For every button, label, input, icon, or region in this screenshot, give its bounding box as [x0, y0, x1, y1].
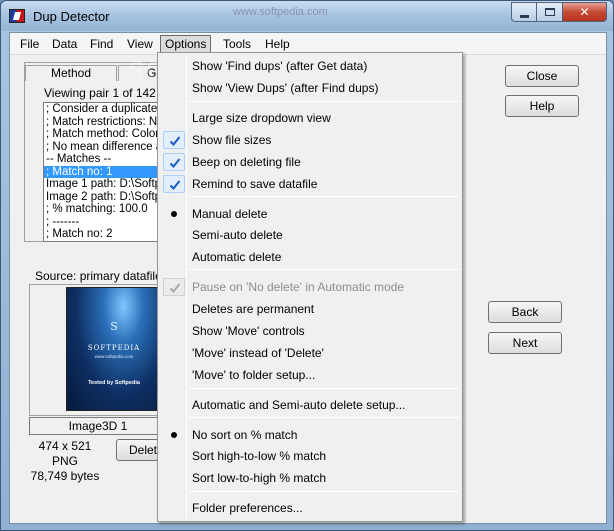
menu-item-label: Sort low-to-high % match [192, 471, 327, 485]
viewing-pair-label: Viewing pair 1 of 142 [44, 86, 156, 100]
menu-item-label: Pause on 'No delete' in Automatic mode [192, 280, 405, 294]
watermark-url: www.softpedia.com [233, 6, 328, 18]
options-menu: Show 'Find dups' (after Get data) Show 'V… [157, 52, 463, 522]
menu-item-large-size-dropdown[interactable]: Large size dropdown view [160, 108, 460, 128]
menu-item-label: Manual delete [192, 207, 268, 221]
menu-item-show-move-controls[interactable]: Show 'Move' controls [160, 321, 460, 341]
menu-separator [189, 101, 459, 102]
menu-item-label: 'Move' to folder setup... [192, 368, 316, 382]
list-item[interactable]: ; ------- [44, 216, 166, 229]
menu-item-auto-semiauto-setup[interactable]: Automatic and Semi-auto delete setup... [160, 395, 460, 415]
menu-item-automatic-delete[interactable]: Automatic delete [160, 247, 460, 267]
close-icon: ✕ [579, 5, 590, 19]
menu-separator [189, 491, 459, 492]
checkmark-icon [163, 175, 185, 193]
menu-help[interactable]: Help [261, 35, 294, 53]
menu-options[interactable]: Options [160, 35, 212, 53]
minimize-button[interactable] [511, 2, 537, 22]
menu-item-show-file-sizes[interactable]: Show file sizes [160, 130, 460, 150]
menu-item-show-find-dups[interactable]: Show 'Find dups' (after Get data) [160, 56, 460, 76]
menu-item-manual-delete[interactable]: Manual delete [160, 204, 460, 224]
image-name-field: Image3D 1 [29, 417, 167, 435]
match-details-list[interactable]: ; Consider a duplicate if ; Match restri… [43, 102, 167, 242]
menu-item-label: Large size dropdown view [192, 111, 331, 125]
preview-letter: S [110, 320, 118, 333]
list-item[interactable]: -- Matches -- [44, 153, 166, 166]
image-preview[interactable]: S SOFTPEDIA www.softpedia.com Tested by … [66, 287, 162, 411]
back-button[interactable]: Back [488, 301, 562, 323]
checkmark-icon [163, 131, 185, 149]
menu-item-sort-high-low[interactable]: Sort high-to-low % match [160, 446, 460, 466]
menu-item-label: Sort high-to-low % match [192, 449, 327, 463]
list-item-selected[interactable]: ; Match no: 1 [44, 165, 166, 178]
menu-item-label: Show file sizes [192, 133, 272, 147]
title-bar[interactable]: Dup Detector www.softpedia.com ✕ [1, 1, 613, 31]
menu-item-label: Automatic and Semi-auto delete setup... [192, 398, 406, 412]
image-dimensions: 474 x 521 PNG [38, 439, 92, 468]
menu-item-pause-no-delete: Pause on 'No delete' in Automatic mode [160, 277, 460, 297]
preview-url: www.softpedia.com [94, 354, 134, 359]
menu-item-folder-preferences[interactable]: Folder preferences... [160, 498, 460, 518]
menu-item-label: Remind to save datafile [192, 177, 318, 191]
list-item[interactable]: ; % matching: 100.0 [44, 203, 166, 216]
list-item[interactable]: ; No mean difference ac [44, 141, 166, 154]
minimize-icon [519, 14, 529, 18]
menu-file[interactable]: File [16, 35, 43, 53]
close-window-button[interactable]: ✕ [563, 2, 607, 22]
image-info: 474 x 521 PNG 78,749 bytes [30, 439, 100, 484]
menu-data[interactable]: Data [48, 35, 81, 53]
menu-separator [189, 196, 459, 197]
menu-tools[interactable]: Tools [219, 35, 255, 53]
menu-item-move-folder-setup[interactable]: 'Move' to folder setup... [160, 365, 460, 385]
preview-brand: SOFTPEDIA [87, 344, 141, 352]
menu-item-label: No sort on % match [192, 428, 298, 442]
menu-item-no-sort[interactable]: No sort on % match [160, 425, 460, 445]
menu-item-beep-on-delete[interactable]: Beep on deleting file [160, 152, 460, 172]
menu-item-label: 'Move' instead of 'Delete' [192, 346, 324, 360]
app-icon[interactable] [9, 9, 25, 23]
menu-item-label: Deletes are permanent [192, 302, 315, 316]
menu-item-label: Show 'Find dups' (after Get data) [192, 59, 368, 73]
menu-item-sort-low-high[interactable]: Sort low-to-high % match [160, 468, 460, 488]
menu-item-label: Show 'View Dups' (after Find dups) [192, 81, 379, 95]
maximize-icon [544, 8, 555, 16]
list-item[interactable]: Image 1 path: D:\Softpe [44, 178, 166, 191]
checkmark-icon [163, 153, 185, 171]
list-item[interactable]: ; Match no: 2 [44, 228, 166, 241]
menu-item-deletes-permanent[interactable]: Deletes are permanent [160, 299, 460, 319]
menu-separator [189, 269, 459, 270]
source-label: Source: primary datafile [35, 269, 162, 283]
list-item[interactable]: ; Match restrictions: Non [44, 116, 166, 129]
menu-item-label: Beep on deleting file [192, 155, 301, 169]
menu-separator [189, 417, 459, 418]
maximize-button[interactable] [537, 2, 563, 22]
menu-item-remind-save-datafile[interactable]: Remind to save datafile [160, 174, 460, 194]
menu-item-label: Automatic delete [192, 250, 282, 264]
window-controls: ✕ [511, 2, 607, 22]
help-button[interactable]: Help [505, 95, 579, 117]
radio-bullet-icon [171, 432, 177, 438]
window-title: Dup Detector [33, 9, 110, 24]
menu-item-label: Folder preferences... [192, 501, 303, 515]
menu-item-show-view-dups[interactable]: Show 'View Dups' (after Find dups) [160, 78, 460, 98]
list-item[interactable]: Image 2 path: D:\Softpe [44, 191, 166, 204]
list-item[interactable]: ; Consider a duplicate if [44, 103, 166, 116]
menu-item-semi-auto-delete[interactable]: Semi-auto delete [160, 225, 460, 245]
menu-item-label: Show 'Move' controls [192, 324, 305, 338]
checkmark-icon [163, 278, 185, 296]
close-button[interactable]: Close [505, 65, 579, 87]
menu-view[interactable]: View [123, 35, 157, 53]
menu-item-label: Semi-auto delete [192, 228, 283, 242]
tab-method[interactable]: Method [25, 65, 117, 81]
menu-item-move-instead-of-delete[interactable]: 'Move' instead of 'Delete' [160, 343, 460, 363]
image-file-size: 78,749 bytes [30, 469, 100, 483]
preview-tested: Tested by Softpedia [88, 380, 140, 386]
radio-bullet-icon [171, 211, 177, 217]
menu-separator [189, 388, 459, 389]
menu-find[interactable]: Find [86, 35, 117, 53]
list-item[interactable]: ; Match method: Color (e [44, 128, 166, 141]
next-button[interactable]: Next [488, 332, 562, 354]
